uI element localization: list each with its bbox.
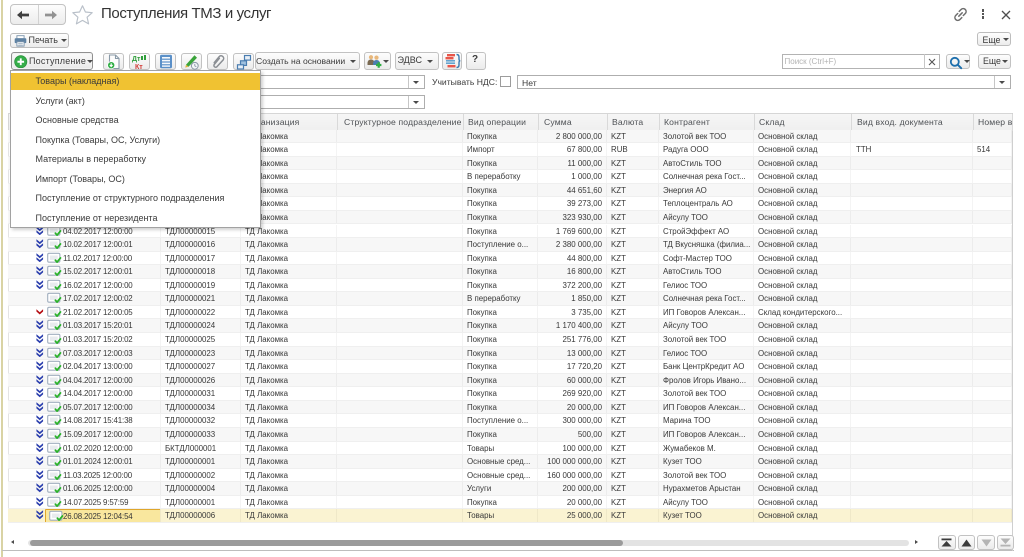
svg-text:Кт: Кт bbox=[135, 64, 143, 70]
svg-text:Дт: Дт bbox=[132, 56, 141, 63]
